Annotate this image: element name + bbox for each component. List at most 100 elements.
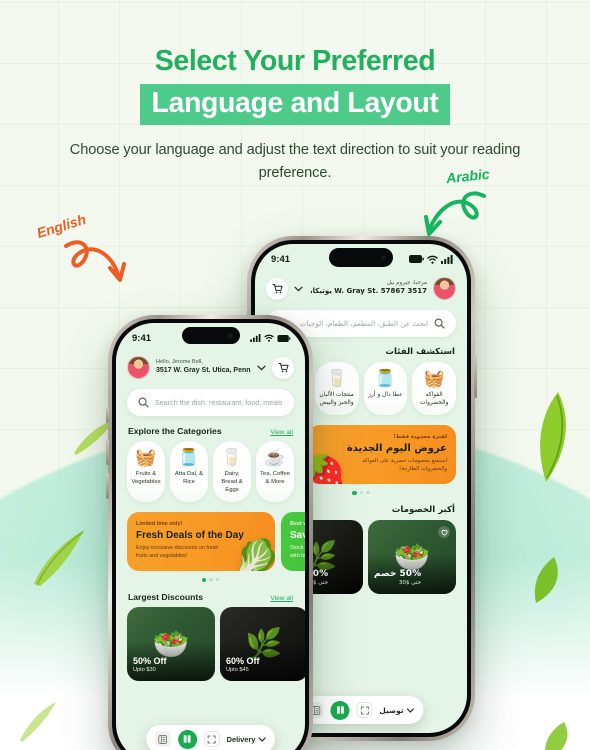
status-time-arabic: 9:41 (271, 253, 291, 265)
category-icon-fruits: 🧺 (423, 369, 445, 388)
scan-icon[interactable] (203, 731, 220, 747)
phone-english-silent-switch[interactable] (106, 407, 109, 423)
dynamic-island-arabic (329, 248, 393, 267)
home-icon[interactable] (330, 700, 350, 720)
cart-button-arabic[interactable] (266, 277, 288, 300)
categories-title-arabic: استكشف الفئات (385, 347, 455, 357)
app-header-english: Hello, Jerome Bell, 3517 W. Gray St. Uti… (116, 349, 305, 383)
vegetables-illustration: 🥬 (231, 538, 275, 571)
greeting-text-arabic: مرحبا، جيروم بيل (386, 280, 427, 287)
category-card[interactable]: 🫙 Atta Dal, & Rice (170, 441, 208, 502)
delivery-mode-selector-english[interactable]: Delivery (227, 735, 267, 744)
carousel-dot[interactable] (359, 490, 364, 495)
menu-grid-icon[interactable] (154, 731, 171, 747)
categories-row-english: 🧺 Fruits & Vegetables 🫙 Atta Dal, & Rice… (116, 441, 305, 502)
discount-upto: Upto $30 (133, 667, 156, 674)
categories-view-all-english[interactable]: View all (270, 429, 293, 436)
category-card[interactable]: 🫙 عطا دال و أرز (363, 362, 408, 415)
discounts-title-english: Largest Discounts (128, 592, 203, 603)
promo-card-orange-english[interactable]: Limited time only! Fresh Deals of the Da… (127, 511, 275, 571)
cart-icon (272, 284, 282, 294)
promo-title: Save Big (290, 529, 305, 541)
search-bar-english[interactable]: Search the dish, restaurant, food, meals (127, 389, 294, 416)
chevron-down-icon (406, 707, 415, 713)
discount-upto: حتى $30 (398, 580, 422, 587)
avatar-english[interactable] (127, 356, 150, 379)
discount-card[interactable]: 🥗 50% خصم حتى $30 (368, 520, 456, 595)
category-icon-fruits: 🧺 (135, 448, 157, 467)
greeting-text-english: Hello, Jerome Bell, (156, 359, 203, 366)
annotation-arabic: Arabic (424, 165, 491, 244)
status-bar-english: 9:41 (116, 323, 305, 349)
carousel-dot[interactable] (209, 577, 213, 582)
status-bar-arabic: 9:41 (255, 244, 467, 270)
status-icons-english (250, 334, 291, 342)
discounts-view-all-english[interactable]: View all (270, 595, 293, 602)
cart-button-english[interactable] (272, 356, 294, 379)
category-label: Fruits & Vegetables (131, 471, 161, 485)
category-card[interactable]: ☕ Tea, Coffee & More (256, 441, 294, 502)
chevron-down-icon[interactable] (257, 365, 266, 371)
signal-icon (441, 254, 453, 264)
address-text-english[interactable]: 3517 W. Gray St. Utica, Pennsylvania.. (156, 366, 251, 375)
search-input-arabic[interactable]: ابحث عن الطبق، المطعم، الطعام، الوجبات (300, 319, 428, 328)
promo-card-green-english[interactable]: Best value Save Big Stock up and save mo… (281, 511, 305, 571)
promo-kicker: Best value (290, 520, 305, 527)
category-card[interactable]: 🧺 Fruits & Vegetables (127, 441, 165, 502)
signal-icon (250, 334, 261, 342)
discount-percent: 50% Off (133, 656, 167, 667)
category-card[interactable]: 🥛 Dairy, Bread & Eggs (213, 441, 251, 502)
category-label: الفواكه والخضروات (419, 392, 449, 406)
phone-english-volume-down[interactable] (106, 473, 109, 499)
category-label: منتجات الألبان والخبز والبيض (319, 392, 354, 406)
wifi-icon (427, 255, 438, 264)
promo-subtitle: Enjoy exclusive discounts on fresh fruit… (136, 544, 219, 560)
promo-carousel-english: Limited time only! Fresh Deals of the Da… (116, 502, 305, 571)
delivery-mode-selector-arabic[interactable]: توصيل (379, 706, 415, 715)
category-card[interactable]: 🧺 الفواكه والخضروات (412, 362, 456, 415)
annotation-arabic-label: Arabic (445, 165, 491, 187)
search-icon (138, 397, 149, 408)
promo-card-orange-arabic[interactable]: لفترة محدودة فقط! عروض اليوم الجديدة است… (308, 424, 456, 484)
category-card[interactable]: 🥛 منتجات الألبان والخبز والبيض (314, 362, 359, 415)
promo-subtitle: استمتع بخصومات حصرية على الفواكه والخضرو… (362, 457, 447, 473)
categories-section-header-english: Explore the Categories View all (116, 416, 305, 441)
carousel-dot[interactable] (215, 577, 220, 582)
discount-percent: 60% Off (226, 656, 260, 667)
bottom-nav-english[interactable]: Delivery (145, 725, 276, 750)
carousel-dot[interactable] (366, 490, 370, 495)
avatar-arabic[interactable] (433, 277, 456, 300)
carousel-dot-active[interactable] (352, 490, 357, 496)
carousel-dots-english[interactable] (116, 571, 305, 583)
address-text-arabic[interactable]: 3517 W. Gray St. 57867 يوتيكا، بنسلفانيا (309, 287, 427, 296)
bottom-nav-arabic[interactable]: توصيل (298, 696, 424, 724)
dynamic-island-english (181, 327, 240, 344)
category-icon-dairy: 🥛 (221, 448, 243, 467)
discount-percent: 50% خصم (374, 569, 422, 580)
status-icons-arabic (409, 254, 453, 264)
phone-english-volume-up[interactable] (106, 439, 109, 465)
category-label: Tea, Coffee & More (259, 471, 291, 485)
discounts-section-header-english: Largest Discounts View all (116, 582, 305, 607)
phone-arabic-power-button[interactable] (474, 354, 477, 398)
curly-arrow-orange-icon (64, 240, 126, 282)
discount-upto: Upto $45 (226, 667, 249, 674)
home-icon[interactable] (177, 729, 197, 749)
vegetables-illustration: 🍓 (308, 451, 348, 484)
category-icon-tea: ☕ (264, 448, 286, 467)
search-input-english[interactable]: Search the dish, restaurant, food, meals (155, 398, 282, 407)
discount-card[interactable]: 🥗 50% Off Upto $30 (127, 607, 215, 682)
category-label: Atta Dal, & Rice (174, 471, 204, 485)
battery-icon (409, 255, 424, 263)
chevron-down-icon[interactable] (294, 286, 303, 292)
promo-kicker: لفترة محدودة فقط! (393, 433, 447, 440)
cart-icon (278, 363, 288, 373)
scan-icon[interactable] (356, 702, 373, 718)
discounts-row-english: 🥗 50% Off Upto $30 🌿 60% Off Upto $45 (116, 607, 305, 682)
category-icon-atta: 🫙 (374, 369, 396, 388)
promo-kicker: Limited time only! (136, 520, 183, 527)
discount-card[interactable]: 🌿 60% Off Upto $45 (220, 607, 305, 682)
category-icon-atta: 🫙 (178, 448, 200, 467)
curly-arrow-green-icon (424, 191, 486, 236)
category-label: عطا دال و أرز (368, 392, 403, 398)
